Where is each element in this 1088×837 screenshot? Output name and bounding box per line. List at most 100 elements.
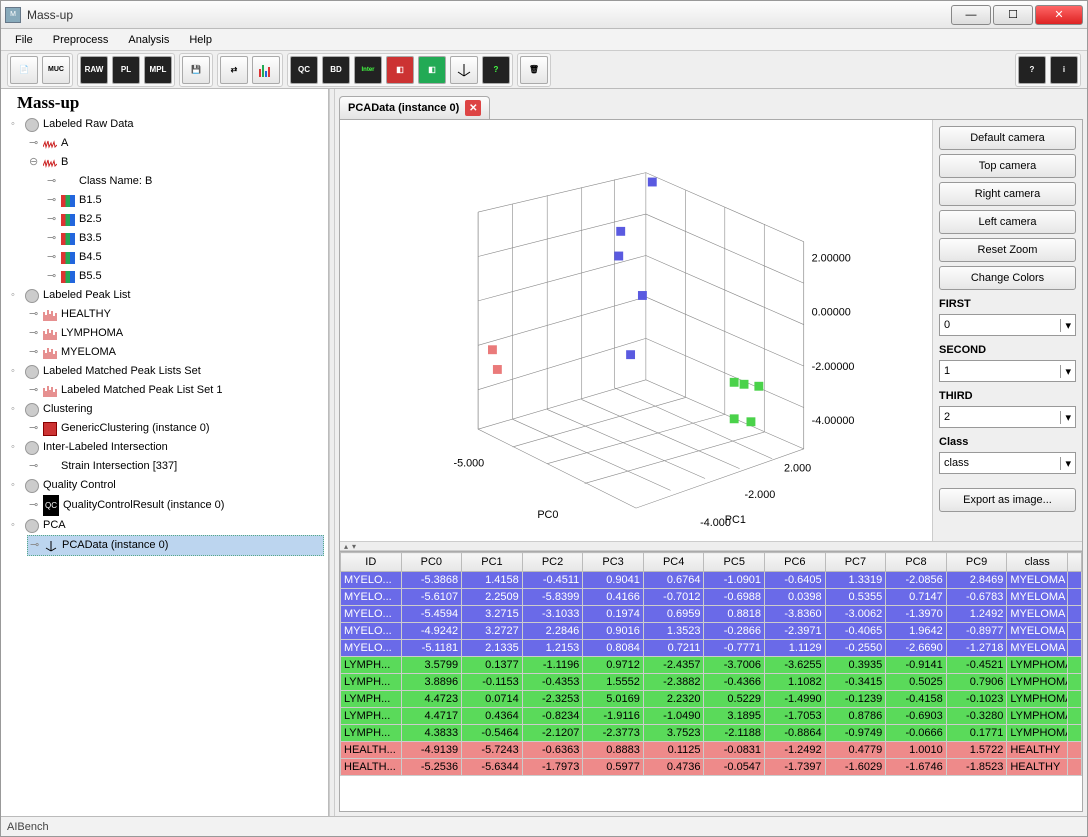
tree-node[interactable]: ⊸Labeled Matched Peak List Set 1	[27, 381, 324, 400]
right-camera-button[interactable]: Right camera	[939, 182, 1076, 206]
raw-button[interactable]: RAW	[80, 56, 108, 84]
bd-button[interactable]: BD	[322, 56, 350, 84]
app-icon: M	[5, 7, 21, 23]
tree-node[interactable]: ⊸B2.5	[45, 210, 324, 229]
tree-node[interactable]: ⊸A	[27, 134, 324, 153]
table-row[interactable]: LYMPH...4.47230.0714-2.32535.01692.23200…	[341, 691, 1082, 708]
second-select[interactable]: 1▾	[939, 360, 1076, 382]
inter-icon[interactable]: Inter	[354, 56, 382, 84]
col-header[interactable]: PC6	[765, 553, 826, 572]
sidebar-tree[interactable]: Mass-up ◦Labeled Raw Data⊸A⊖B⊸Class Name…	[1, 89, 329, 816]
tree-node[interactable]: ◦Inter-Labeled Intersection	[9, 438, 324, 457]
menu-preprocess[interactable]: Preprocess	[45, 32, 117, 48]
export-image-button[interactable]: Export as image...	[939, 488, 1076, 512]
table-row[interactable]: HEALTH...-4.9139-5.7243-0.63630.88830.11…	[341, 742, 1082, 759]
mpl-button[interactable]: MPL	[144, 56, 172, 84]
default-camera-button[interactable]: Default camera	[939, 126, 1076, 150]
save-icon[interactable]: 💾	[182, 56, 210, 84]
tree-node[interactable]: ◦Labeled Matched Peak Lists Set	[9, 362, 324, 381]
tree-node[interactable]: ⊸HEALTHY	[27, 305, 324, 324]
tree-node[interactable]: ⊸Class Name: B	[45, 172, 324, 191]
tree-node[interactable]: ⊸B3.5	[45, 229, 324, 248]
table-row[interactable]: LYMPH...4.3833-0.5464-2.1207-2.37733.752…	[341, 725, 1082, 742]
chart-icon[interactable]	[252, 56, 280, 84]
col-header[interactable]: PC8	[886, 553, 947, 572]
tree-node[interactable]: ◦Clustering	[9, 400, 324, 419]
col-header[interactable]: class	[1007, 553, 1068, 572]
table-row[interactable]: MYELO...-4.92423.27272.28460.90161.3523-…	[341, 623, 1082, 640]
tree-node[interactable]: ⊸MYELOMA	[27, 343, 324, 362]
data-table[interactable]: IDPC0PC1PC2PC3PC4PC5PC6PC7PC8PC9classMYE…	[340, 552, 1082, 776]
pca-tool-icon[interactable]	[450, 56, 478, 84]
left-camera-button[interactable]: Left camera	[939, 210, 1076, 234]
scatter-points	[488, 178, 763, 427]
cluster-red-icon[interactable]: ◧	[386, 56, 414, 84]
table-row[interactable]: MYELO...-5.61072.2509-5.83990.4166-0.701…	[341, 589, 1082, 606]
table-row[interactable]: MYELO...-5.45943.2715-3.10330.19740.6959…	[341, 606, 1082, 623]
table-row[interactable]: LYMPH...3.8896-0.1153-0.43531.5552-2.388…	[341, 674, 1082, 691]
col-header[interactable]: PC7	[825, 553, 886, 572]
qc-button[interactable]: QC	[290, 56, 318, 84]
col-header[interactable]: PC0	[401, 553, 462, 572]
table-row[interactable]: HEALTH...-5.2536-5.6344-1.79730.59770.47…	[341, 759, 1082, 776]
ztick-3: -4.00000	[812, 415, 855, 427]
tree-node[interactable]: ⊸Strain Intersection [337]	[27, 457, 324, 476]
tab-label: PCAData (instance 0)	[348, 102, 459, 114]
pca-3d-plot[interactable]: PC0 PC1 -5.000 2.000 -2.000 -4.000 2.000…	[340, 120, 932, 541]
cluster-green-icon[interactable]: ◧	[418, 56, 446, 84]
menubar: File Preprocess Analysis Help	[1, 29, 1087, 51]
reset-zoom-button[interactable]: Reset Zoom	[939, 238, 1076, 262]
col-header[interactable]: PC1	[462, 553, 523, 572]
tab-pcadata[interactable]: PCAData (instance 0) ✕	[339, 96, 490, 119]
col-header[interactable]: ID	[341, 553, 402, 572]
minimize-button[interactable]: —	[951, 5, 991, 25]
window-title: Mass-up	[27, 8, 73, 22]
tree-node[interactable]: ⊸B5.5	[45, 267, 324, 286]
tree-node[interactable]: ⊸PCAData (instance 0)	[27, 535, 324, 556]
first-select[interactable]: 0▾	[939, 314, 1076, 336]
table-row[interactable]: MYELO...-5.11812.13351.21530.80840.7211-…	[341, 640, 1082, 657]
muc-icon[interactable]: MUC	[42, 56, 70, 84]
transfer-icon[interactable]: ⇄	[220, 56, 248, 84]
top-camera-button[interactable]: Top camera	[939, 154, 1076, 178]
help-green-icon[interactable]: ?	[482, 56, 510, 84]
tree-node[interactable]: ⊸QCQualityControlResult (instance 0)	[27, 495, 324, 516]
col-header[interactable]: PC4	[643, 553, 704, 572]
new-doc-icon[interactable]: 📄	[10, 56, 38, 84]
trash-icon[interactable]: 🗑	[520, 56, 548, 84]
class-select[interactable]: class▾	[939, 452, 1076, 474]
table-row[interactable]: MYELO...-5.38681.4158-0.45110.90410.6764…	[341, 572, 1082, 589]
maximize-button[interactable]: ☐	[993, 5, 1033, 25]
tree-node[interactable]: ◦PCA	[9, 516, 324, 535]
menu-file[interactable]: File	[7, 32, 41, 48]
tree-node[interactable]: ⊖B	[27, 153, 324, 172]
col-header[interactable]: PC9	[946, 553, 1007, 572]
tree-node[interactable]: ◦Quality Control	[9, 476, 324, 495]
col-header[interactable]: PC5	[704, 553, 765, 572]
titlebar: M Mass-up — ☐ ✕	[1, 1, 1087, 29]
data-table-container[interactable]: IDPC0PC1PC2PC3PC4PC5PC6PC7PC8PC9classMYE…	[340, 551, 1082, 811]
tree-node[interactable]: ⊸LYMPHOMA	[27, 324, 324, 343]
tree-node[interactable]: ◦Labeled Peak List	[9, 286, 324, 305]
tab-close-icon[interactable]: ✕	[465, 100, 481, 116]
col-header[interactable]: PC3	[583, 553, 644, 572]
toolbar: 📄 MUC RAW PL MPL 💾 ⇄ QC BD Inter ◧ ◧ ? 🗑	[1, 51, 1087, 89]
first-label: FIRST	[939, 298, 1076, 310]
tree-node[interactable]: ◦Labeled Raw Data	[9, 115, 324, 134]
col-header[interactable]: PC2	[522, 553, 583, 572]
help-icon[interactable]: ?	[1018, 56, 1046, 84]
axis-x-label: PC0	[537, 509, 558, 521]
pl-button[interactable]: PL	[112, 56, 140, 84]
change-colors-button[interactable]: Change Colors	[939, 266, 1076, 290]
table-row[interactable]: LYMPH...3.57990.1377-1.11960.9712-2.4357…	[341, 657, 1082, 674]
info-icon[interactable]: i	[1050, 56, 1078, 84]
panel-toggle[interactable]: ▴▾	[340, 541, 1082, 551]
menu-help[interactable]: Help	[181, 32, 220, 48]
tree-node[interactable]: ⊸B1.5	[45, 191, 324, 210]
tree-node[interactable]: ⊸B4.5	[45, 248, 324, 267]
menu-analysis[interactable]: Analysis	[120, 32, 177, 48]
table-row[interactable]: LYMPH...4.47170.4364-0.8234-1.9116-1.049…	[341, 708, 1082, 725]
close-button[interactable]: ✕	[1035, 5, 1083, 25]
tree-node[interactable]: ⊸GenericClustering (instance 0)	[27, 419, 324, 438]
third-select[interactable]: 2▾	[939, 406, 1076, 428]
